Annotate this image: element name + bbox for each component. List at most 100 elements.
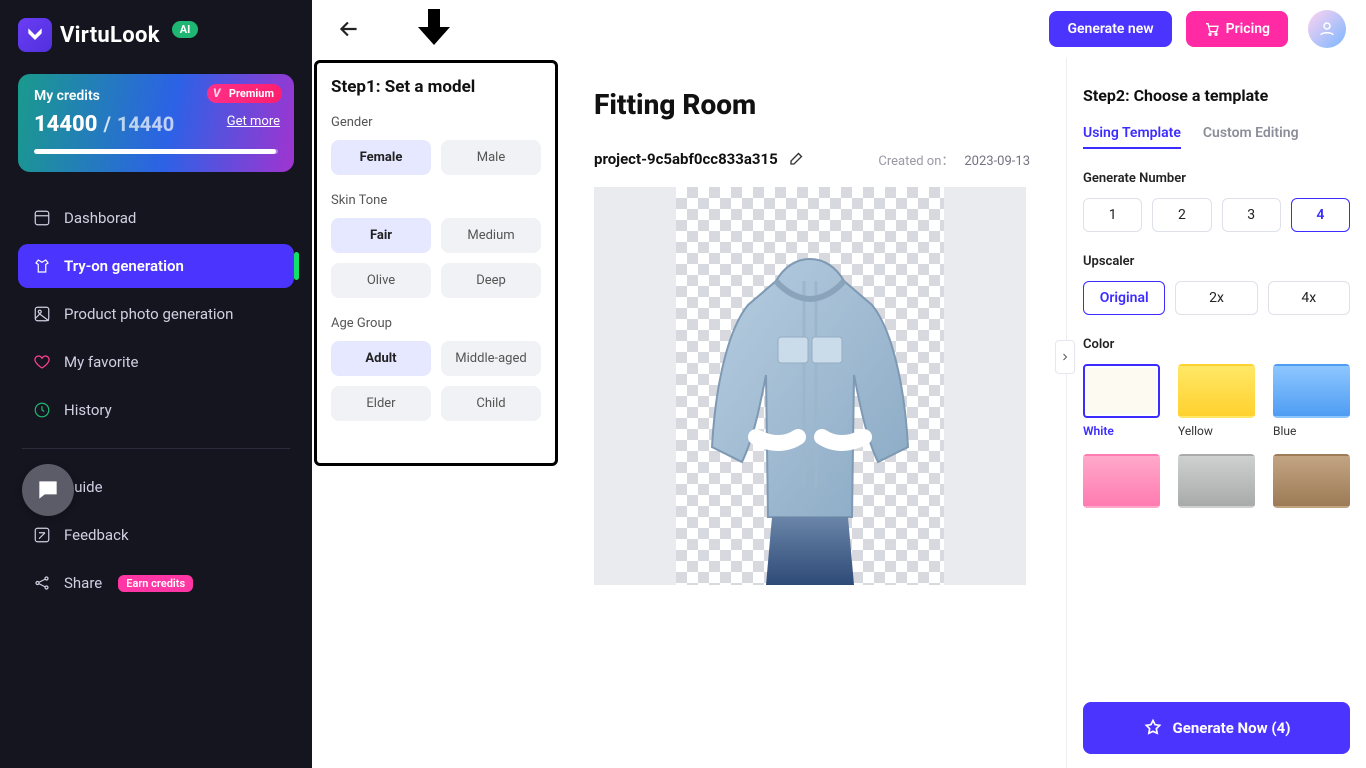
upscaler-options: Original 2x 4x [1083,281,1350,315]
sidebar-item-dashboard[interactable]: Dashborad [18,196,294,240]
get-more-link[interactable]: Get more [227,114,280,129]
created-label: Created on： [878,154,954,169]
premium-badge[interactable]: Premium [207,84,282,103]
share-icon [32,573,52,593]
project-name: project-9c5abf0cc833a315 [594,150,778,168]
canvas[interactable] [594,187,1026,585]
agegroup-option-child[interactable]: Child [441,386,541,421]
sidebar-item-label: History [64,401,112,419]
sidebar-item-product[interactable]: Product photo generation [18,292,294,336]
sidebar-item-feedback[interactable]: Feedback [18,513,294,557]
agegroup-option-middleaged[interactable]: Middle-aged [441,341,541,376]
agegroup-option-adult[interactable]: Adult [331,341,431,376]
gen-num-2[interactable]: 2 [1152,198,1211,232]
collapse-handle[interactable] [1055,340,1075,374]
upscaler-4x[interactable]: 4x [1268,281,1350,315]
step1-title: Step1: Set a model [331,77,541,97]
upscaler-original[interactable]: Original [1083,281,1165,315]
feedback-icon [32,525,52,545]
skintone-option-olive[interactable]: Olive [331,263,431,298]
skintone-option-fair[interactable]: Fair [331,218,431,253]
created-info: Created on： 2023-09-13 [878,150,1030,169]
color-gray[interactable] [1178,454,1255,514]
brand: VirtuLook AI [18,18,294,52]
earn-credits-badge: Earn credits [118,575,193,592]
generate-new-label: Generate new [1067,21,1153,37]
tab-using-template[interactable]: Using Template [1083,125,1181,149]
brand-logo-icon [18,18,52,52]
color-label: Color [1083,337,1350,352]
sidebar-item-label: Try-on generation [64,257,184,275]
sidebar-item-label: My favorite [64,353,138,371]
generate-number-options: 1 2 3 4 [1083,198,1350,232]
history-icon [32,400,52,420]
gender-option-male[interactable]: Male [441,140,541,175]
color-pink[interactable] [1083,454,1160,514]
color-name: Blue [1273,424,1350,438]
topbar: Generate new Pricing [312,0,1366,58]
tab-custom-editing[interactable]: Custom Editing [1203,125,1299,149]
avatar[interactable] [1308,10,1346,48]
shirt-icon [32,256,52,276]
color-swatch [1083,454,1160,508]
gen-num-3[interactable]: 3 [1222,198,1281,232]
skintone-label: Skin Tone [331,193,541,208]
sidebar: VirtuLook AI My credits Premium 14400 / … [0,0,312,768]
color-yellow[interactable]: Yellow [1178,364,1255,438]
edit-icon[interactable] [788,149,808,169]
brand-name: VirtuLook [60,23,160,48]
dashboard-icon [32,208,52,228]
chat-bubble-button[interactable] [22,464,74,516]
sidebar-item-label: Share [64,574,102,592]
sidebar-item-share[interactable]: Share Earn credits [18,561,294,605]
sidebar-item-favorite[interactable]: My favorite [18,340,294,384]
image-icon [32,304,52,324]
color-swatch [1273,364,1350,418]
gen-num-1[interactable]: 1 [1083,198,1142,232]
project-row: project-9c5abf0cc833a315 Created on： 202… [594,149,1030,169]
back-button[interactable] [332,12,366,46]
step1-panel: Step1: Set a model Gender Female Male Sk… [314,60,558,466]
credits-separator: / [103,112,110,136]
sidebar-item-history[interactable]: History [18,388,294,432]
sidebar-item-label: Feedback [64,526,129,544]
color-blue[interactable]: Blue [1273,364,1350,438]
generate-now-button[interactable]: Generate Now (4) [1083,702,1350,754]
generate-new-button[interactable]: Generate new [1049,11,1171,47]
credits-progress [34,149,278,154]
ai-badge: AI [172,21,199,38]
color-swatch [1273,454,1350,508]
sidebar-item-label: Dashborad [64,209,136,227]
gen-num-4[interactable]: 4 [1291,198,1350,232]
skintone-option-medium[interactable]: Medium [441,218,541,253]
skintone-option-deep[interactable]: Deep [441,263,541,298]
color-grid: White Yellow Blue [1083,364,1350,514]
pricing-label: Pricing [1226,21,1270,37]
garment-icon [676,187,944,585]
color-swatch [1083,364,1160,418]
gender-option-female[interactable]: Female [331,140,431,175]
color-swatch [1178,364,1255,418]
workspace: Step1: Set a model Gender Female Male Sk… [312,58,1366,768]
heart-icon [32,352,52,372]
color-white[interactable]: White [1083,364,1160,438]
main: Generate new Pricing Step1: Set a model … [312,0,1366,768]
step2-panel: Step2: Choose a template Using Template … [1066,58,1366,768]
agegroup-option-elder[interactable]: Elder [331,386,431,421]
credits-card: My credits Premium 14400 / 14440 Get mor… [18,74,294,172]
down-arrow-icon [410,3,458,55]
pricing-button[interactable]: Pricing [1186,11,1288,47]
color-brown[interactable] [1273,454,1350,514]
credits-total: 14440 [117,112,174,136]
nav-divider [22,448,290,449]
gender-label: Gender [331,115,541,130]
page-title: Fitting Room [594,88,1030,121]
color-swatch [1178,454,1255,508]
generate-number-label: Generate Number [1083,171,1350,186]
agegroup-options: Adult Middle-aged Elder Child [331,341,541,421]
generate-now-label: Generate Now (4) [1173,719,1291,737]
upscaler-2x[interactable]: 2x [1175,281,1257,315]
agegroup-label: Age Group [331,316,541,331]
sidebar-item-tryon[interactable]: Try-on generation [18,244,294,288]
product-preview [676,187,944,585]
